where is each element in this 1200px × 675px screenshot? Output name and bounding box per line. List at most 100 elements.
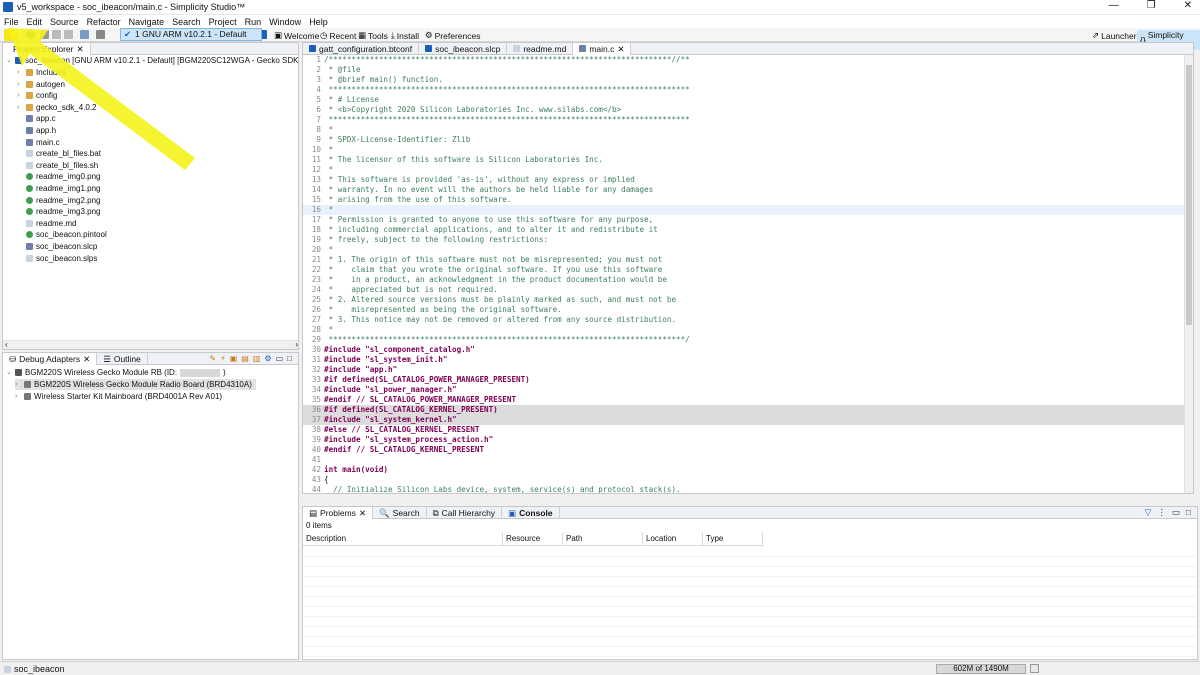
col-location[interactable]: Location: [643, 532, 703, 546]
code-line[interactable]: 12 *: [303, 165, 1186, 175]
scroll-thumb[interactable]: [1186, 65, 1192, 325]
code-line[interactable]: 42 int main(void): [303, 465, 1186, 475]
mainboard-row[interactable]: › Wireless Starter Kit Mainboard (BRD400…: [15, 391, 222, 402]
close-icon[interactable]: ✕: [617, 43, 624, 55]
view-menu-icon[interactable]: ⋮: [1157, 507, 1166, 518]
code-line[interactable]: 21 * 1. The origin of this software must…: [303, 255, 1186, 265]
menu-window[interactable]: Window: [269, 17, 301, 27]
code-line[interactable]: 39 #include "sl_system_process_action.h": [303, 435, 1186, 445]
code-line[interactable]: 33 #if defined(SL_CATALOG_POWER_MANAGER_P…: [303, 375, 1186, 385]
code-line[interactable]: 16 *: [303, 205, 1186, 215]
tab-debug-adapters[interactable]: ⛁ Debug Adapters ✕: [3, 353, 98, 365]
code-line[interactable]: 9 * SPDX-License-Identifier: Zlib: [303, 135, 1186, 145]
tab-readme-md[interactable]: readme.md: [507, 43, 574, 55]
tree-item[interactable]: readme.md: [17, 218, 76, 229]
tools-link[interactable]: ▦ Tools: [358, 30, 388, 41]
code-line[interactable]: 40 #endif // SL_CATALOG_KERNEL_PRESENT: [303, 445, 1186, 455]
code-line[interactable]: 4 **************************************…: [303, 85, 1186, 95]
code-line[interactable]: 37 #include "sl_system_kernel.h": [303, 415, 1186, 425]
code-line[interactable]: 31 #include "sl_system_init.h": [303, 355, 1186, 365]
disconnect-icon[interactable]: ▣: [230, 354, 238, 363]
code-line[interactable]: 41: [303, 455, 1186, 465]
close-button[interactable]: ✕: [1184, 0, 1192, 11]
tab-call-hierarchy[interactable]: ⧉ Call Hierarchy: [427, 507, 503, 519]
welcome-link[interactable]: ▣ Welcome: [274, 30, 319, 41]
chevron-down-icon[interactable]: ⌄: [6, 367, 12, 378]
code-line[interactable]: 5 * # License: [303, 95, 1186, 105]
tree-item[interactable]: soc_ibeacon.pintool: [17, 229, 107, 240]
garbage-collect-icon[interactable]: [1030, 664, 1039, 673]
tab-problems[interactable]: ▤ Problems ✕: [303, 507, 374, 519]
minimize-panel-icon[interactable]: ▭: [276, 354, 284, 363]
code-line[interactable]: 44 // Initialize Silicon Labs device, sy…: [303, 485, 1186, 493]
code-line[interactable]: 26 * misrepresented as being the origina…: [303, 305, 1186, 315]
code-line[interactable]: 1/**************************************…: [303, 55, 1186, 65]
code-line[interactable]: 17 * Permission is granted to anyone to …: [303, 215, 1186, 225]
tab-outline[interactable]: ☰ Outline: [97, 353, 148, 365]
radio-board-row[interactable]: › BGM220S Wireless Gecko Module Radio Bo…: [15, 379, 256, 390]
minimize-button[interactable]: —: [1109, 0, 1119, 11]
code-line[interactable]: 6 * <b>Copyright 2020 Silicon Laboratori…: [303, 105, 1186, 115]
code-line[interactable]: 36 #if defined(SL_CATALOG_KERNEL_PRESENT): [303, 405, 1186, 415]
code-line[interactable]: 29 *************************************…: [303, 335, 1186, 345]
tab-console[interactable]: ▣ Console: [502, 507, 560, 519]
code-line[interactable]: 28 *: [303, 325, 1186, 335]
code-line[interactable]: 35 #endif // SL_CATALOG_POWER_MANAGER_PRE…: [303, 395, 1186, 405]
code-line[interactable]: 18 * including commercial applications, …: [303, 225, 1186, 235]
minimize-panel-icon[interactable]: ▭: [1172, 507, 1180, 518]
tree-item[interactable]: soc_ibeacon.slcp: [17, 241, 97, 252]
tab-gatt-configuration[interactable]: gatt_configuration.btconf: [303, 43, 420, 55]
code-line[interactable]: 30 #include "sl_component_catalog.h": [303, 345, 1186, 355]
refresh-icon[interactable]: ✎: [209, 354, 216, 363]
close-icon[interactable]: ✕: [83, 353, 90, 365]
code-area[interactable]: 1/**************************************…: [303, 55, 1186, 493]
adapter-row[interactable]: ⌄ BGM220S Wireless Gecko Module RB (ID: …: [6, 367, 226, 378]
scroll-left-icon[interactable]: ‹: [5, 340, 8, 349]
code-line[interactable]: 11 * The licensor of this software is Si…: [303, 155, 1186, 165]
chevron-right-icon[interactable]: ›: [15, 379, 21, 390]
upload-icon[interactable]: ▤: [241, 354, 249, 363]
chevron-right-icon[interactable]: ›: [15, 391, 21, 402]
code-line[interactable]: 22 * claim that you wrote the original s…: [303, 265, 1186, 275]
code-line[interactable]: 38 #else // SL_CATALOG_KERNEL_PRESENT: [303, 425, 1186, 435]
maximize-panel-icon[interactable]: □: [1186, 507, 1191, 518]
code-line[interactable]: 8 *: [303, 125, 1186, 135]
maximize-button[interactable]: ❐: [1147, 0, 1156, 11]
code-line[interactable]: 23 * in a product, an acknowledgment in …: [303, 275, 1186, 285]
code-line[interactable]: 27 * 3. This notice may not be removed o…: [303, 315, 1186, 325]
tree-item[interactable]: soc_ibeacon.slps: [17, 253, 97, 264]
code-line[interactable]: 2 * @file: [303, 65, 1186, 75]
config-icon[interactable]: ⚙: [264, 354, 271, 363]
col-resource[interactable]: Resource: [503, 532, 563, 546]
preferences-link[interactable]: ⚙ Preferences: [425, 30, 480, 41]
filter-icon[interactable]: ▥: [253, 354, 261, 363]
code-line[interactable]: 25 * 2. Altered source versions must be …: [303, 295, 1186, 305]
col-description[interactable]: Description: [303, 532, 503, 546]
code-line[interactable]: 7 **************************************…: [303, 115, 1186, 125]
code-line[interactable]: 13 * This software is provided 'as-is', …: [303, 175, 1186, 185]
code-line[interactable]: 15 * arising from the use of this softwa…: [303, 195, 1186, 205]
code-line[interactable]: 43{: [303, 475, 1186, 485]
maximize-panel-icon[interactable]: □: [287, 354, 292, 363]
tree-item[interactable]: readme_img3.png: [17, 206, 100, 217]
connect-icon[interactable]: ⚡: [220, 354, 226, 363]
tab-main-c[interactable]: main.c ✕: [573, 43, 632, 55]
code-line[interactable]: 24 * appreciated but is not required.: [303, 285, 1186, 295]
code-line[interactable]: 34 #include "sl_power_manager.h": [303, 385, 1186, 395]
code-line[interactable]: 14 * warranty. In no event will the auth…: [303, 185, 1186, 195]
code-line[interactable]: 3 * @brief main() function.: [303, 75, 1186, 85]
col-path[interactable]: Path: [563, 532, 643, 546]
recent-link[interactable]: ◷ Recent: [320, 30, 356, 41]
code-line[interactable]: 19 * freely, subject to the following re…: [303, 235, 1186, 245]
menu-help[interactable]: Help: [309, 17, 328, 27]
tab-search[interactable]: 🔍 Search: [373, 507, 427, 519]
scroll-right-icon[interactable]: ›: [295, 340, 298, 349]
tab-soc-ibeacon-slcp[interactable]: soc_ibeacon.slcp: [419, 43, 508, 55]
filter-icon[interactable]: ▽: [1145, 507, 1152, 518]
code-line[interactable]: 10 *: [303, 145, 1186, 155]
col-type[interactable]: Type: [703, 532, 763, 546]
heap-status[interactable]: 602M of 1490M: [936, 664, 1026, 674]
horizontal-scrollbar[interactable]: ‹ ›: [3, 340, 298, 349]
close-icon[interactable]: ✕: [359, 507, 366, 519]
code-line[interactable]: 20 *: [303, 245, 1186, 255]
